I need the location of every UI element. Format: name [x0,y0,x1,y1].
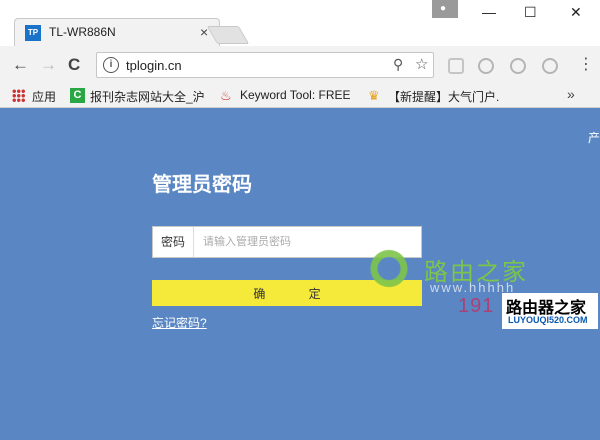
tp-link-favicon-icon: TP [25,25,41,41]
watermark-badge-sub: LUYOUQI520.COM [508,315,588,325]
tab-title: TL-WR886N [49,25,116,39]
bookmark-star-icon[interactable]: ☆ [415,55,428,73]
green-c-icon: C [70,88,85,103]
zoom-icon[interactable]: ⚲ [393,56,403,73]
profile-button[interactable]: ● [432,0,458,18]
flame-icon: ♨ [220,88,232,103]
address-bar[interactable]: i tplogin.cn ⚲ ☆ [96,52,434,78]
forward-button[interactable]: → [40,55,57,75]
bookmark-portal[interactable]: 【新提醒】大气门户. [388,88,499,105]
trophy-icon: ♛ [368,88,380,103]
bookmark-keyword-tool[interactable]: Keyword Tool: FREE [240,88,351,102]
shield-extension-icon[interactable] [478,58,494,74]
extension-icon[interactable] [448,58,464,74]
bookmark-magazines[interactable]: 报刊杂志网站大全_沪 [90,88,205,105]
menu-kebab-icon[interactable]: ⋮ [578,54,594,74]
bookmarks-more-icon[interactable]: » [567,86,575,102]
watermark-number: 191 [458,295,495,317]
corner-text[interactable]: 产 [588,129,600,146]
bookmark-apps[interactable]: 应用 [32,88,56,105]
info-icon[interactable]: i [103,57,119,73]
browser-tab[interactable]: TP TL-WR886N × [14,18,220,46]
watermark-logo-icon [358,246,408,296]
extension-icon[interactable] [510,58,526,74]
url-text[interactable]: tplogin.cn [126,58,182,73]
close-window-button[interactable]: ✕ [570,4,582,21]
apps-icon[interactable] [12,89,25,102]
maximize-button[interactable]: ☐ [524,4,537,21]
bookmarks-bar: 应用 C 报刊杂志网站大全_沪 ♨ Keyword Tool: FREE ♛ 【… [0,84,600,108]
back-button[interactable]: ← [12,55,29,75]
password-label: 密码 [153,227,194,257]
page-title: 管理员密码 [152,174,252,196]
forgot-password-link[interactable]: 忘记密码? [152,314,207,331]
extension-icon[interactable] [542,58,558,74]
title-bar: TP TL-WR886N × ● — ☐ ✕ [0,0,600,46]
reload-button[interactable]: C [68,55,80,75]
watermark-badge: 路由器之家 LUYOUQI520.COM [502,293,598,329]
minimize-button[interactable]: — [482,4,496,20]
user-icon: ● [440,3,447,14]
browser-toolbar: ← → C i tplogin.cn ⚲ ☆ ⋮ [0,46,600,84]
